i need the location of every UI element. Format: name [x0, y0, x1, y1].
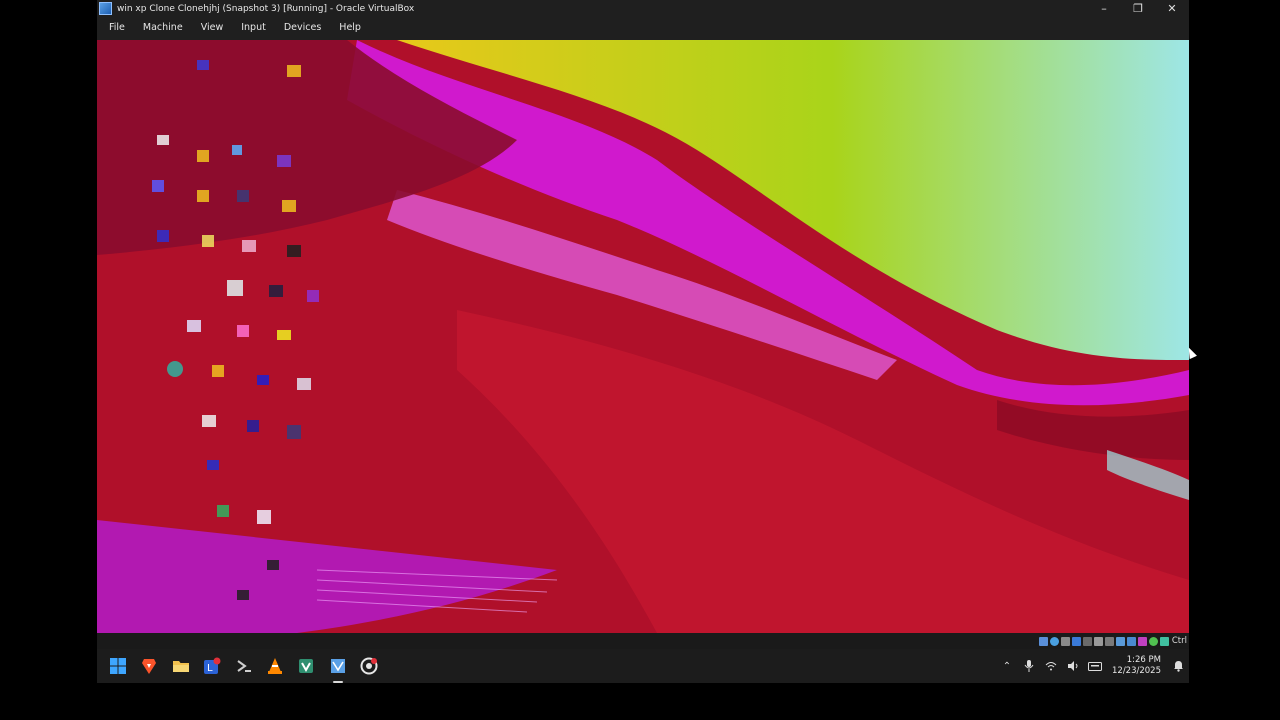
visual-studio-installer-icon — [299, 659, 314, 673]
menu-input[interactable]: Input — [232, 17, 275, 39]
usb-icon[interactable] — [1082, 636, 1092, 646]
menu-view[interactable]: View — [192, 17, 233, 39]
show-hidden-icons-chevron[interactable]: ⌃ — [1000, 659, 1014, 673]
clock-date: 12/23/2025 — [1112, 666, 1161, 676]
audio-icon[interactable] — [1060, 636, 1070, 646]
window-title: win xp Clone Clonehjhj (Snapshot 3) [Run… — [117, 3, 415, 14]
svg-text:L: L — [207, 663, 213, 674]
brave-browser-icon — [142, 659, 157, 674]
menu-file[interactable]: File — [97, 17, 134, 39]
taskbar-file-explorer[interactable] — [170, 655, 192, 677]
windows-start-icon — [110, 658, 126, 674]
taskbar-app-notification[interactable]: L — [201, 655, 223, 677]
keyboard-icon[interactable] — [1148, 636, 1158, 646]
clock[interactable]: 1:26 PM 12/23/2025 — [1112, 655, 1161, 677]
vm-status-bar: Ctrl — [97, 633, 1189, 649]
taskbar-terminal[interactable] — [233, 655, 255, 677]
host-taskbar: L ⌃ 1:26 PM 12/23/2025 — [97, 649, 1189, 683]
menu-devices[interactable]: Devices — [275, 17, 330, 39]
taskbar-vs-installer[interactable] — [295, 655, 317, 677]
optical-drive-icon[interactable] — [1049, 636, 1059, 646]
arrow-icon[interactable] — [1159, 636, 1169, 646]
menu-help[interactable]: Help — [330, 17, 370, 39]
speaker-icon[interactable] — [1066, 659, 1080, 673]
recording-icon[interactable] — [1115, 636, 1125, 646]
terminal-icon — [236, 660, 251, 672]
host-key-label: Ctrl — [1171, 636, 1187, 646]
title-bar[interactable]: win xp Clone Clonehjhj (Snapshot 3) [Run… — [97, 0, 1189, 17]
taskbar-virtualbox[interactable] — [327, 655, 349, 683]
chrome-canary-icon — [360, 657, 378, 675]
shared-folders-icon[interactable] — [1093, 636, 1103, 646]
file-explorer-icon — [172, 661, 189, 672]
clock-time: 1:26 PM — [1126, 655, 1161, 665]
menu-machine[interactable]: Machine — [134, 17, 192, 39]
glitched-wallpaper — [97, 40, 1189, 633]
start-button[interactable] — [107, 655, 129, 677]
mouse-integration-icon[interactable] — [1137, 636, 1147, 646]
taskbar-chrome-canary[interactable] — [358, 655, 380, 677]
close-icon: ✕ — [1167, 2, 1177, 15]
minimize-button[interactable]: – — [1087, 0, 1121, 17]
virtualbox-app-icon — [99, 2, 112, 15]
virtualbox-window: win xp Clone Clonehjhj (Snapshot 3) [Run… — [97, 0, 1189, 683]
virtualbox-icon — [330, 659, 345, 673]
vlc-icon — [267, 658, 282, 674]
restore-icon: ❐ — [1133, 2, 1143, 15]
network-icon[interactable] — [1071, 636, 1081, 646]
taskbar-vlc[interactable] — [264, 655, 286, 677]
menu-bar: File Machine View Input Devices Help — [97, 17, 1189, 39]
app-with-notification-icon: L — [204, 657, 221, 674]
cpu-icon[interactable] — [1126, 636, 1136, 646]
close-button[interactable]: ✕ — [1155, 0, 1189, 17]
hard-disk-icon[interactable] — [1038, 636, 1048, 646]
microphone-icon[interactable] — [1022, 659, 1036, 673]
wifi-icon[interactable] — [1044, 659, 1058, 673]
keyboard-layout-icon[interactable] — [1088, 659, 1102, 673]
restore-button[interactable]: ❐ — [1121, 0, 1155, 17]
taskbar-brave[interactable] — [138, 655, 160, 677]
notification-icon[interactable] — [1171, 659, 1185, 673]
system-tray: ⌃ 1:26 PM 12/23/2025 — [996, 649, 1189, 683]
vm-display[interactable] — [97, 40, 1189, 633]
minimize-icon: – — [1101, 2, 1107, 15]
display-icon[interactable] — [1104, 636, 1114, 646]
